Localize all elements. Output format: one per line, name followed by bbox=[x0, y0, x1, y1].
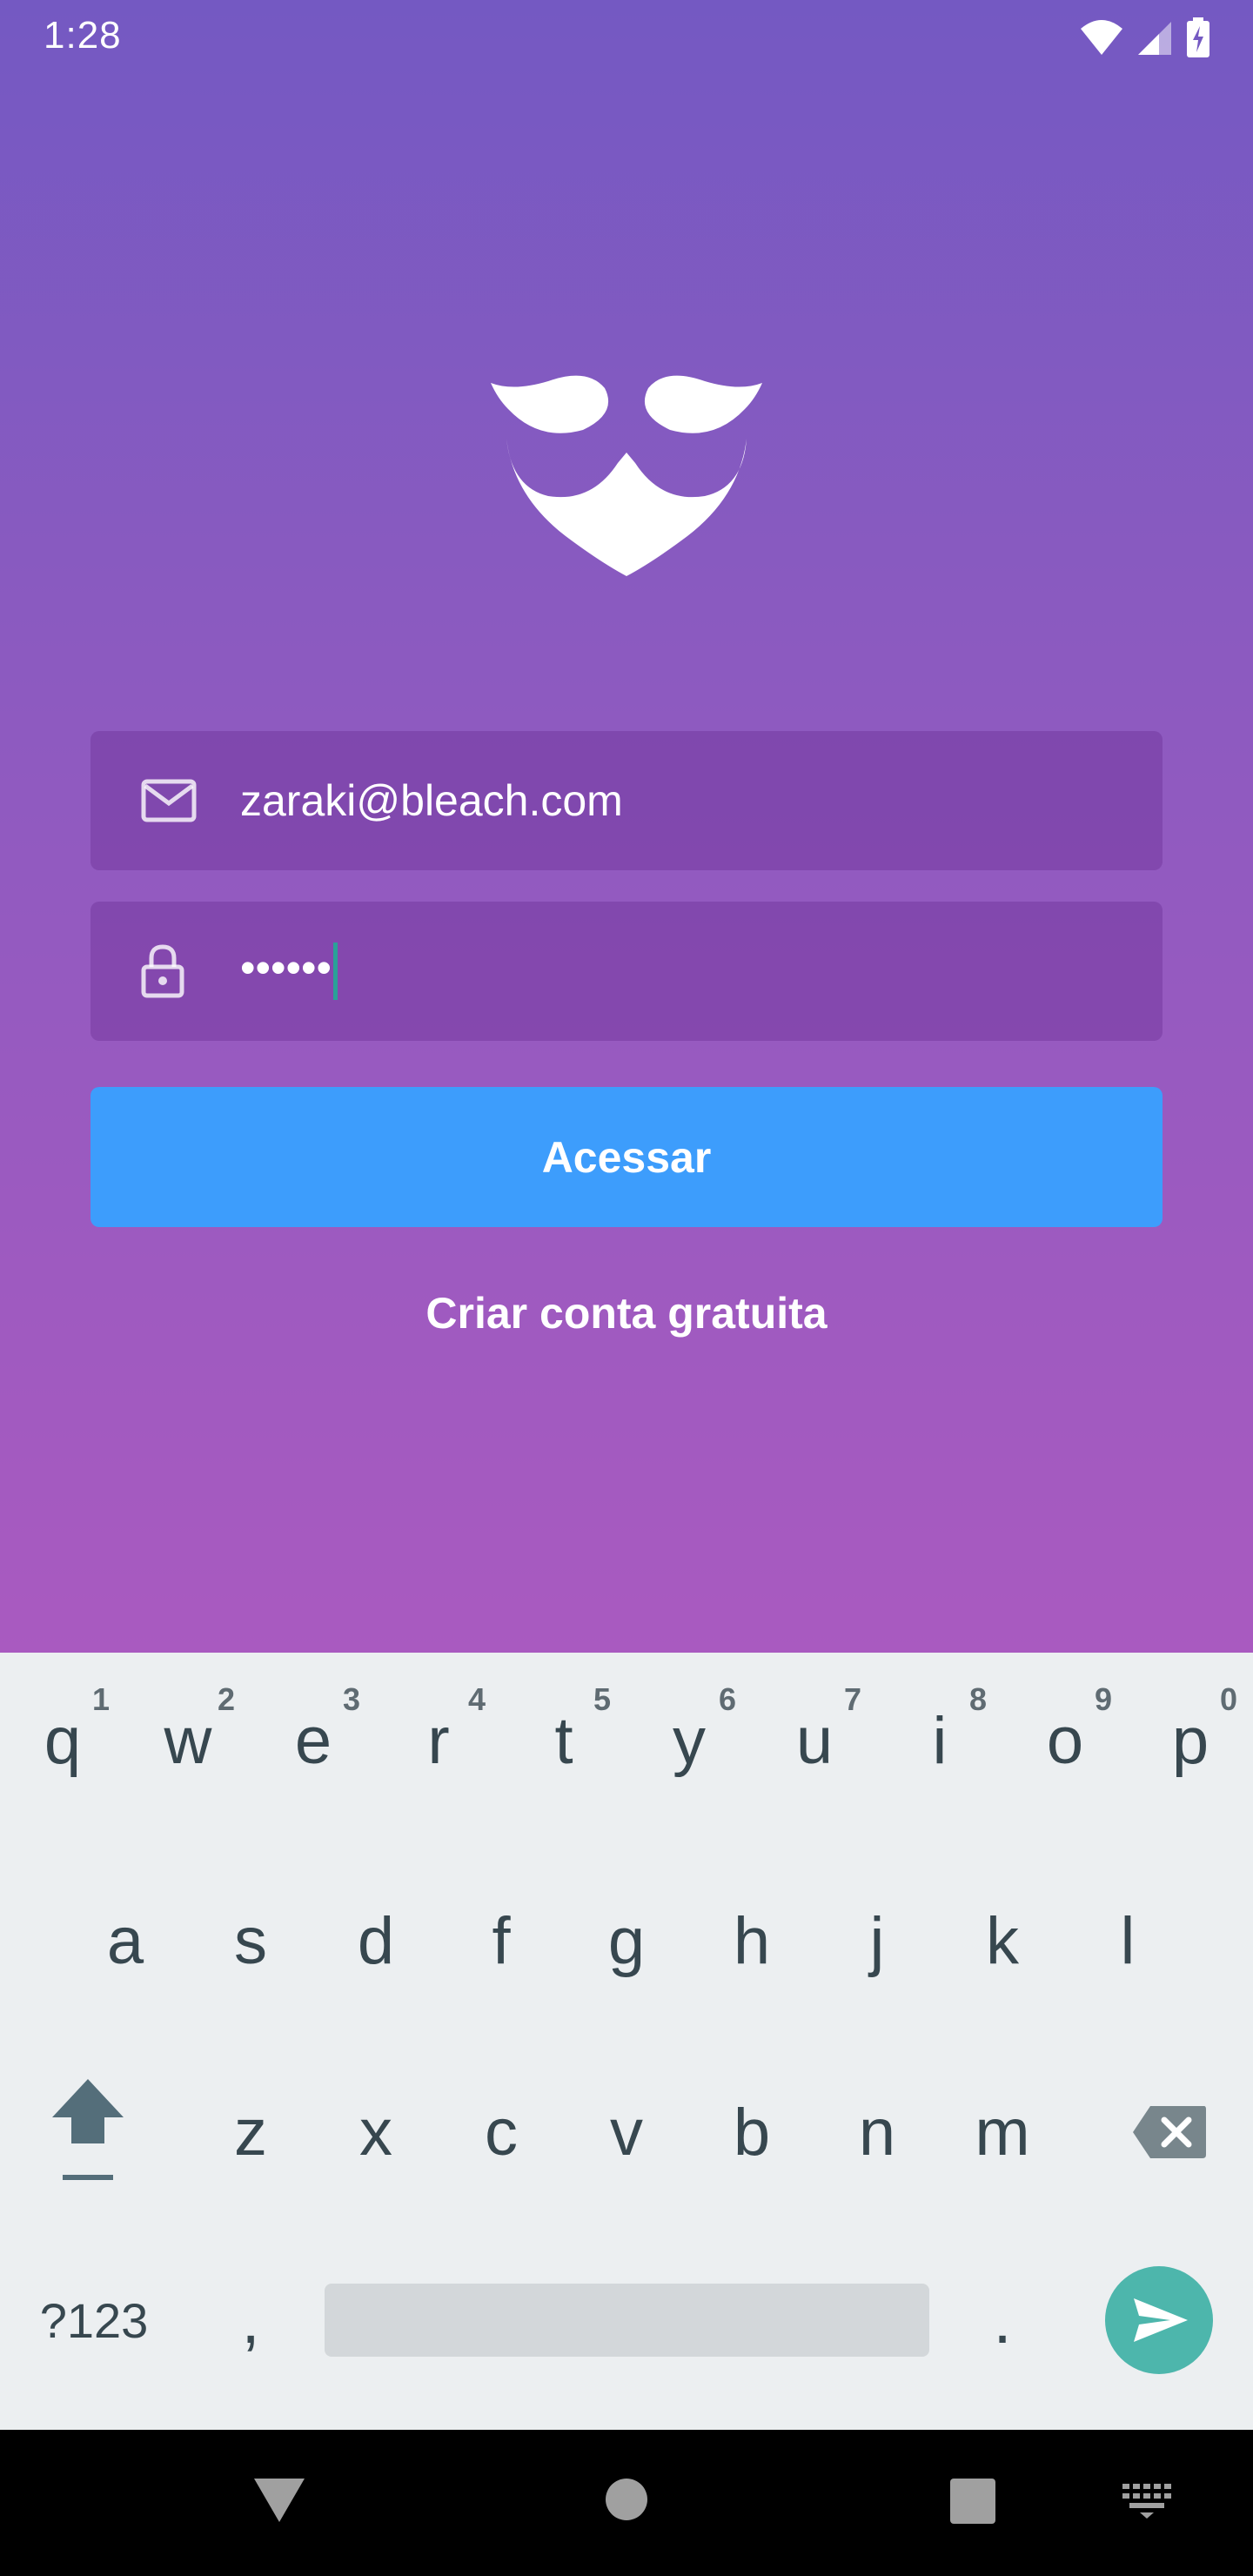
key-f[interactable]: f bbox=[439, 1862, 564, 2019]
send-icon bbox=[1105, 2266, 1213, 2374]
key-t[interactable]: t5 bbox=[501, 1662, 626, 1819]
shift-key[interactable] bbox=[24, 2054, 151, 2210]
key-u[interactable]: u7 bbox=[752, 1662, 877, 1819]
key-q[interactable]: q1 bbox=[0, 1662, 125, 1819]
text-cursor bbox=[333, 943, 338, 1000]
backspace-icon bbox=[1133, 2106, 1206, 2158]
mail-icon bbox=[141, 779, 197, 822]
key-i[interactable]: i8 bbox=[877, 1662, 1002, 1819]
key-p[interactable]: p0 bbox=[1128, 1662, 1253, 1819]
key-m[interactable]: m bbox=[940, 2054, 1065, 2210]
password-value: •••••• bbox=[240, 943, 338, 1000]
key-k[interactable]: k bbox=[940, 1862, 1065, 2019]
home-icon[interactable] bbox=[606, 2479, 647, 2520]
mustache-beard-logo bbox=[491, 375, 762, 576]
backspace-key[interactable] bbox=[1100, 2054, 1239, 2210]
email-field[interactable]: zaraki@bleach.com bbox=[90, 731, 1163, 870]
login-button[interactable]: Acessar bbox=[90, 1087, 1163, 1227]
back-icon[interactable] bbox=[252, 2477, 306, 2524]
key-a[interactable]: a bbox=[63, 1862, 188, 2019]
key-b[interactable]: b bbox=[689, 2054, 814, 2210]
key-w[interactable]: w2 bbox=[125, 1662, 251, 1819]
password-dots: •••••• bbox=[240, 943, 332, 993]
key-h[interactable]: h bbox=[689, 1862, 814, 2019]
symbols-key[interactable]: ?123 bbox=[24, 2242, 164, 2398]
key-r[interactable]: r4 bbox=[376, 1662, 501, 1819]
key-j[interactable]: j bbox=[814, 1862, 940, 2019]
key-y[interactable]: y6 bbox=[626, 1662, 752, 1819]
key-n[interactable]: n bbox=[814, 2054, 940, 2210]
key-o[interactable]: o9 bbox=[1002, 1662, 1128, 1819]
key-v[interactable]: v bbox=[564, 2054, 689, 2210]
key-d[interactable]: d bbox=[313, 1862, 439, 2019]
lock-icon bbox=[141, 944, 184, 998]
period-key[interactable]: . bbox=[940, 2242, 1065, 2398]
key-g[interactable]: g bbox=[564, 1862, 689, 2019]
login-screen: 1:28 zaraki@bleach.com •••••• Acessar Cr… bbox=[0, 0, 1253, 1653]
navigation-bar bbox=[0, 2430, 1253, 2576]
key-e[interactable]: e3 bbox=[251, 1662, 376, 1819]
key-x[interactable]: x bbox=[313, 2054, 439, 2210]
status-bar: 1:28 bbox=[0, 0, 1253, 73]
send-key[interactable] bbox=[1096, 2242, 1222, 2398]
status-time: 1:28 bbox=[44, 14, 122, 57]
key-l[interactable]: l bbox=[1065, 1862, 1190, 2019]
recents-icon[interactable] bbox=[950, 2479, 995, 2524]
keyboard-switch-icon[interactable] bbox=[1122, 2484, 1171, 2519]
password-field[interactable]: •••••• bbox=[90, 902, 1163, 1041]
key-s[interactable]: s bbox=[188, 1862, 313, 2019]
battery-charging-icon bbox=[1187, 17, 1209, 57]
wifi-icon bbox=[1081, 20, 1122, 55]
email-value: zaraki@bleach.com bbox=[240, 776, 623, 825]
status-icons bbox=[1079, 16, 1211, 59]
comma-key[interactable]: , bbox=[188, 2242, 313, 2398]
shift-icon bbox=[52, 2079, 124, 2180]
create-account-link[interactable]: Criar conta gratuita bbox=[0, 1288, 1253, 1338]
key-c[interactable]: c bbox=[439, 2054, 564, 2210]
spacebar[interactable] bbox=[325, 2284, 929, 2357]
cell-signal-icon bbox=[1138, 22, 1171, 55]
key-z[interactable]: z bbox=[188, 2054, 313, 2210]
